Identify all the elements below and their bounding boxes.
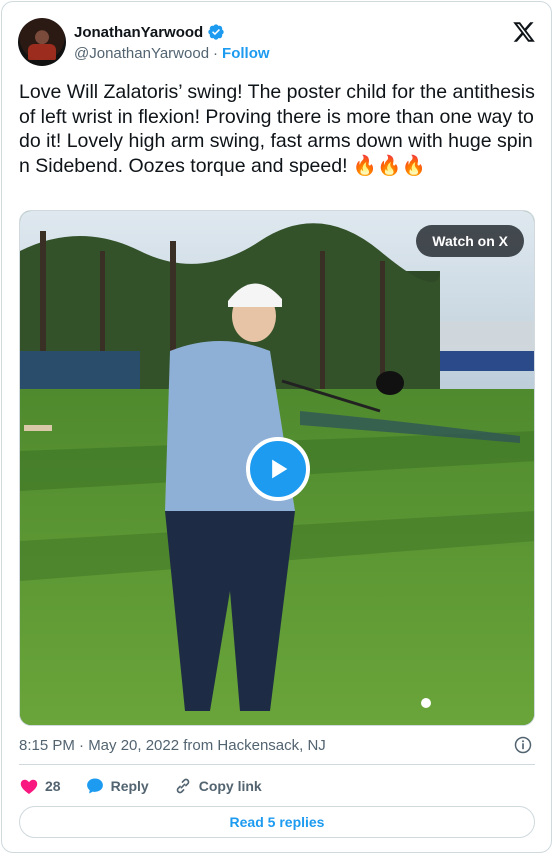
avatar[interactable] xyxy=(18,18,66,66)
play-button[interactable] xyxy=(246,437,310,501)
follow-button[interactable]: Follow xyxy=(222,45,270,62)
info-icon[interactable] xyxy=(513,735,533,755)
tweet-timestamp[interactable]: 8:15 PM · May 20, 2022 from Hackensack, … xyxy=(19,737,326,754)
play-icon xyxy=(272,459,288,479)
read-replies-button[interactable]: Read 5 replies xyxy=(19,806,535,838)
video-player[interactable]: Watch on X xyxy=(19,210,535,726)
reply-label: Reply xyxy=(110,778,149,794)
heart-icon xyxy=(20,779,38,794)
reply-button[interactable]: Reply xyxy=(85,776,149,796)
copy-link-label: Copy link xyxy=(198,778,262,794)
link-icon xyxy=(176,778,189,794)
watch-on-x-button[interactable]: Watch on X xyxy=(416,225,524,257)
copy-link-button[interactable]: Copy link xyxy=(173,776,262,796)
tweet-card[interactable]: JonathanYarwood @JonathanYarwood · Follo… xyxy=(1,1,552,853)
name-row: JonathanYarwood xyxy=(74,23,225,41)
separator: · xyxy=(213,45,219,62)
like-count: 28 xyxy=(45,778,61,794)
display-name[interactable]: JonathanYarwood xyxy=(74,24,203,41)
like-button[interactable]: 28 xyxy=(19,776,61,796)
verified-badge-icon xyxy=(208,24,224,40)
divider xyxy=(19,764,535,765)
tweet-text: Love Will Zalatoris’ swing! The poster c… xyxy=(19,81,541,177)
action-bar: 28 Reply Copy link xyxy=(19,774,286,798)
x-logo-icon[interactable] xyxy=(512,20,536,44)
handle-row: @JonathanYarwood · Follow xyxy=(74,45,270,62)
reply-bubble-icon xyxy=(86,778,103,794)
tweet-header: JonathanYarwood @JonathanYarwood · Follo… xyxy=(18,18,536,66)
handle[interactable]: @JonathanYarwood xyxy=(74,45,209,62)
